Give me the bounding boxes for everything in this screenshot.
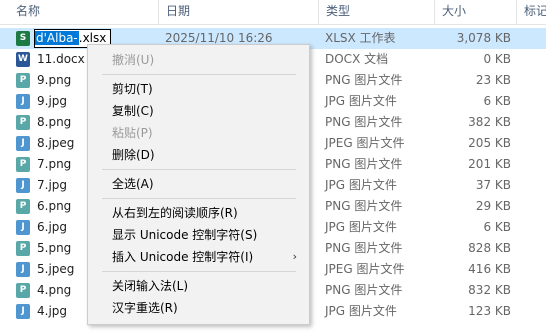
file-type: PNG 图片文件 [325,157,403,171]
context-menu: 撤消(U) 剪切(T) 复制(C) 粘贴(P) 删除(D) 全选(A) 从右到左… [87,44,310,325]
file-size: 416 KB [468,262,511,276]
file-size: 832 KB [468,283,511,297]
jpeg-file-icon: J [16,136,30,151]
file-size: 123 KB [468,304,511,318]
png-file-icon: P [16,199,30,214]
png-file-glyph: P [19,75,27,85]
file-type: PNG 图片文件 [325,241,403,255]
file-type: PNG 图片文件 [325,199,403,213]
menu-item-paste[interactable]: 粘贴(P) [88,122,309,144]
jpg-file-icon: J [16,178,30,193]
column-header: 名称 日期 类型 大小 标记 [0,0,546,25]
file-type: PNG 图片文件 [325,115,403,129]
file-type: JPEG 图片文件 [325,262,405,276]
column-date[interactable]: 日期 [160,0,320,24]
jpeg-file-glyph: J [21,138,25,148]
file-size: 828 KB [468,241,511,255]
file-size: 6 KB [483,94,511,108]
rename-selected-text: d'Alba- [35,31,79,45]
jpeg-file-icon: J [16,262,30,277]
png-file-icon: P [16,157,30,172]
file-name: 4.png [37,283,72,297]
file-type: JPG 图片文件 [325,304,397,318]
menu-item-insert-unicode-label: 插入 Unicode 控制字符(I) [112,250,254,264]
jpg-file-glyph: J [21,306,25,316]
file-name: 9.jpg [37,94,68,108]
file-size: 6 KB [483,220,511,234]
column-divider[interactable] [516,0,517,24]
menu-item-undo[interactable]: 撤消(U) [88,49,309,71]
jpg-file-icon: J [16,220,30,235]
jpg-file-glyph: J [21,180,25,190]
png-file-glyph: P [19,243,27,253]
file-name: 6.jpg [37,220,68,234]
jpg-file-icon: J [16,94,30,109]
column-divider[interactable] [318,0,319,24]
column-divider[interactable] [434,0,435,24]
menu-separator [102,198,296,199]
menu-separator [102,74,296,75]
menu-separator [102,169,296,170]
file-type: XLSX 工作表 [325,31,396,45]
menu-item-copy[interactable]: 复制(C) [88,100,309,122]
file-size: 382 KB [468,115,511,129]
menu-item-select-all[interactable]: 全选(A) [88,173,309,195]
file-name: 11.docx [37,52,85,66]
submenu-arrow-icon: › [292,250,297,263]
file-type: DOCX 文档 [325,52,389,66]
menu-item-rtl-reading[interactable]: 从右到左的阅读顺序(R) [88,202,309,224]
png-file-icon: P [16,241,30,256]
file-size: 3,078 KB [456,31,511,45]
menu-item-close-ime[interactable]: 关闭输入法(L) [88,275,309,297]
file-size: 205 KB [468,136,511,150]
file-size: 201 KB [468,157,511,171]
menu-separator [102,271,296,272]
png-file-glyph: P [19,159,27,169]
menu-item-reconversion[interactable]: 汉字重选(R) [88,297,309,319]
png-file-glyph: P [19,201,27,211]
file-name: 6.png [37,199,72,213]
file-type: JPEG 图片文件 [325,136,405,150]
file-name: 5.png [37,241,72,255]
file-name: 5.jpeg [37,262,75,276]
column-name[interactable]: 名称 [10,0,160,24]
png-file-icon: P [16,283,30,298]
docx-file-glyph: W [18,54,28,64]
file-size: 37 KB [475,178,511,192]
file-type: JPG 图片文件 [325,94,397,108]
file-name: 8.png [37,115,72,129]
rename-extension-text: .xlsx [78,31,107,45]
jpg-file-icon: J [16,304,30,319]
file-size: 23 KB [475,73,511,87]
xlsx-file-icon: S [16,31,30,46]
menu-item-show-unicode[interactable]: 显示 Unicode 控制字符(S) [88,224,309,246]
jpg-file-glyph: J [21,96,25,106]
file-name: 8.jpeg [37,136,75,150]
file-type: JPG 图片文件 [325,220,397,234]
column-type[interactable]: 类型 [320,0,435,24]
png-file-icon: P [16,73,30,88]
file-name: 4.jpg [37,304,68,318]
menu-item-delete[interactable]: 删除(D) [88,144,309,166]
file-type: JPG 图片文件 [325,178,397,192]
png-file-glyph: P [19,285,27,295]
column-tags[interactable]: 标记 [518,0,546,24]
column-size[interactable]: 大小 [436,0,516,24]
xlsx-file-glyph: S [19,33,27,43]
menu-item-insert-unicode[interactable]: 插入 Unicode 控制字符(I) › [88,246,309,268]
png-file-glyph: P [19,117,27,127]
file-name: 7.png [37,157,72,171]
jpeg-file-glyph: J [21,264,25,274]
file-size: 29 KB [475,199,511,213]
file-type: PNG 图片文件 [325,283,403,297]
docx-file-icon: W [16,52,30,67]
file-size: 0 KB [483,52,511,66]
file-type: PNG 图片文件 [325,73,403,87]
png-file-icon: P [16,115,30,130]
column-divider[interactable] [158,0,159,24]
menu-item-cut[interactable]: 剪切(T) [88,78,309,100]
file-name: 7.jpg [37,178,68,192]
file-name: 9.png [37,73,72,87]
jpg-file-glyph: J [21,222,25,232]
